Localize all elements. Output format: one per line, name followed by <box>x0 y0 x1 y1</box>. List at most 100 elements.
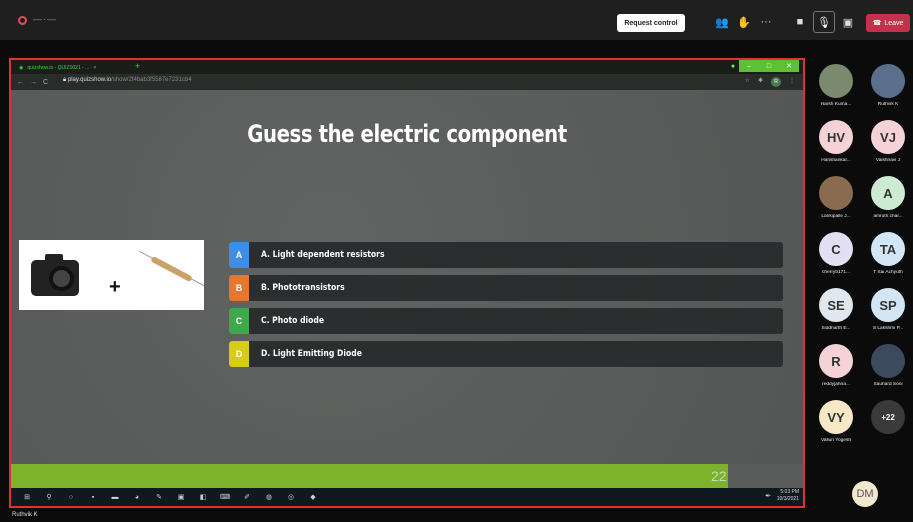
camera-icon[interactable]: ■ <box>792 14 808 30</box>
quiz-stage: Guess the electric component + A A. Ligh… <box>11 90 803 464</box>
participant-name: Sauhard Soni <box>873 382 903 387</box>
extension-dot-icon[interactable]: ● <box>727 60 739 72</box>
participant-tile[interactable]: +22 <box>864 394 912 450</box>
reload-icon[interactable]: C <box>43 79 48 86</box>
participant-name: reddyjahna... <box>822 382 850 387</box>
participant-avatar: C <box>819 232 853 266</box>
browser-actions: ☆ ✱ R ⋮ <box>745 77 795 87</box>
more-actions-button[interactable]: ··· <box>758 14 774 30</box>
new-tab-icon[interactable]: + <box>135 61 140 71</box>
browser-tab-strip: ◉ quizshow.io - QUIZ0021 - ... × + ● – □… <box>11 60 803 74</box>
participant-tile[interactable]: Ruthvik K <box>864 58 912 114</box>
participant-avatar: R <box>819 344 853 378</box>
participant-name: Siddharth E... <box>821 326 851 331</box>
question-image: + <box>19 240 204 310</box>
participant-avatar: SE <box>819 288 853 322</box>
discord-icon[interactable]: ◎ <box>285 492 297 502</box>
answer-option-c[interactable]: C C. Photo diode <box>229 308 783 334</box>
window-controls: ● – □ ✕ <box>727 60 799 72</box>
answer-text-d: D. Light Emitting Diode <box>261 349 362 359</box>
request-control-button[interactable]: Request control <box>617 14 685 32</box>
self-avatar[interactable]: DM <box>852 481 878 507</box>
close-window-icon[interactable]: ✕ <box>779 60 799 72</box>
paint-icon[interactable]: ✎ <box>153 492 165 502</box>
participant-tile[interactable]: Lankipalle J... <box>812 170 860 226</box>
photos-icon[interactable]: ▣ <box>175 492 187 502</box>
participant-tile[interactable]: TA T Sai Achyuth <box>864 226 912 282</box>
answer-text-c: C. Photo diode <box>261 316 325 326</box>
answer-option-a[interactable]: A A. Light dependent resistors <box>229 242 783 268</box>
keyboard-icon[interactable]: ⌨ <box>219 492 231 502</box>
close-tab-icon[interactable]: × <box>93 65 96 71</box>
bookmark-star-icon[interactable]: ☆ <box>745 77 750 87</box>
quizshow-favicon-icon: ◉ <box>19 64 24 71</box>
taskbar-clock[interactable]: 5:03 PM 10/3/2021 <box>777 489 799 503</box>
file-explorer-icon[interactable]: ▬ <box>109 492 121 502</box>
meeting-timer-placeholder: —·— <box>33 14 57 24</box>
timer-progress-fill <box>11 464 728 488</box>
answer-letter-d: D <box>229 341 249 367</box>
browser-menu-icon[interactable]: ⋮ <box>789 77 795 87</box>
tab-title: quizshow.io - QUIZ0021 - ... <box>27 64 90 71</box>
participant-name: Lankipalle J... <box>821 214 851 219</box>
answer-option-d[interactable]: D D. Light Emitting Diode <box>229 341 783 367</box>
answer-list: A A. Light dependent resistors B B. Phot… <box>229 242 783 374</box>
participant-name: S Lakshmi P... <box>872 326 904 331</box>
forward-icon[interactable]: → <box>30 79 37 86</box>
phone-hangup-icon: ☎ <box>872 20 882 27</box>
resistor-picture <box>150 255 193 283</box>
participant-tile[interactable]: Rreddyjahna... <box>812 338 860 394</box>
teams-icon[interactable]: ◆ <box>307 492 319 502</box>
participant-tile[interactable]: VY Valluri Yogesh <box>812 394 860 450</box>
clock-date: 10/3/2021 <box>776 496 799 502</box>
pen-workspace-icon[interactable]: ✒ <box>765 492 771 500</box>
url-field[interactable]: 🔒︎ play.quizshow.io/show/2f4bab3f5587e72… <box>63 77 192 84</box>
answer-letter-c: C <box>229 308 249 334</box>
participant-tile[interactable]: Ccherryb171... <box>812 226 860 282</box>
share-screen-icon[interactable]: ▣ <box>840 14 856 30</box>
clock-time: 5:03 PM <box>780 489 799 495</box>
participant-tile[interactable]: SP S Lakshmi P... <box>864 282 912 338</box>
participant-avatar <box>871 64 905 98</box>
maximize-icon[interactable]: □ <box>759 60 779 72</box>
meeting-toolbar: —·— Request control 👥 ✋ ··· ■ 🎙 ▣ ☎ Leav… <box>0 0 913 40</box>
minimize-icon[interactable]: – <box>739 60 759 72</box>
participant-tile[interactable]: HV Harishankar... <box>812 114 860 170</box>
participant-tile[interactable]: Harsh Kuma... <box>812 58 860 114</box>
reactions-icon[interactable]: ✋ <box>736 14 752 30</box>
participant-name: Valluri Yogesh <box>820 438 852 443</box>
mic-muted-button[interactable]: 🎙 <box>813 11 835 33</box>
profile-avatar[interactable]: R <box>771 77 781 87</box>
participant-tile[interactable]: SE Siddharth E... <box>812 282 860 338</box>
participant-tile[interactable]: VJ Vaishnavi J <box>864 114 912 170</box>
participant-avatar: VY <box>819 400 853 434</box>
camera-picture <box>31 254 79 296</box>
windows-start-icon[interactable]: ⊞ <box>21 492 33 502</box>
participant-name: Harishankar... <box>821 158 851 163</box>
whatsapp-icon[interactable]: ◍ <box>263 492 275 502</box>
participant-avatar <box>819 176 853 210</box>
shared-screen: ◉ quizshow.io - QUIZ0021 - ... × + ● – □… <box>9 58 805 508</box>
timer-count: 22 <box>711 468 727 484</box>
back-icon[interactable]: ← <box>17 79 24 86</box>
browser-tab[interactable]: ◉ quizshow.io - QUIZ0021 - ... × <box>15 61 125 74</box>
participant-name: T Sai Achyuth <box>873 270 903 275</box>
answer-option-b[interactable]: B B. Phototransistors <box>229 275 783 301</box>
participant-avatar: A <box>871 176 905 210</box>
search-icon[interactable]: ⚲ <box>43 492 55 502</box>
pen-icon[interactable]: ✐ <box>241 492 253 502</box>
extension-icon[interactable]: ✱ <box>758 77 763 87</box>
leave-label: Leave <box>884 19 904 27</box>
answer-letter-b: B <box>229 275 249 301</box>
participant-tile[interactable]: Aamruth.char... <box>864 170 912 226</box>
app-icon[interactable]: ◧ <box>197 492 209 502</box>
participant-tile[interactable]: Sauhard Soni <box>864 338 912 394</box>
cortana-icon[interactable]: ○ <box>65 492 77 502</box>
store-icon[interactable]: ▪ <box>87 492 99 502</box>
participant-name: Vaishnavi J <box>875 158 901 163</box>
participants-icon[interactable]: 👥 <box>714 14 730 30</box>
timer-progress-bar: 22 <box>11 464 803 488</box>
windows-taskbar: ⊞ ⚲ ○ ▪ ▬ ◕ ✎ ▣ ◧ ⌨ ✐ ◍ ◎ ◆ ✒ 5:03 PM 10… <box>11 488 803 506</box>
chrome-icon[interactable]: ◕ <box>131 492 143 502</box>
leave-button[interactable]: ☎ Leave <box>866 14 910 32</box>
